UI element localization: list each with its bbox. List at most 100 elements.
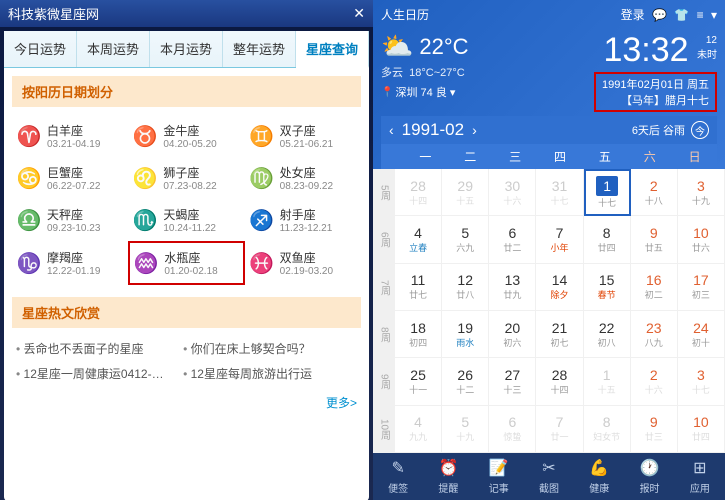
calendar-day[interactable]: 21初七 (536, 311, 583, 358)
menu-icon[interactable]: ≡ (697, 8, 704, 22)
panel-title: 科技紫微星座网 (8, 4, 99, 23)
calendar-day[interactable]: 8廿四 (584, 216, 631, 263)
calendar-day[interactable]: 3十七 (678, 358, 725, 405)
calendar-day[interactable]: 9廿五 (631, 216, 678, 263)
article-link[interactable]: 12星座一周健康运0412-… (16, 361, 183, 386)
zodiac-狮子座[interactable]: ♌狮子座07.23-08.22 (128, 157, 244, 199)
dow-label: 五 (582, 144, 627, 169)
temp-display: ⛅ 22°C (381, 31, 469, 62)
dow-label: 一 (403, 144, 448, 169)
calendar-day[interactable]: 8妇女节 (584, 406, 631, 453)
calendar-day[interactable]: 10廿六 (678, 216, 725, 263)
zodiac-天蝎座[interactable]: ♏天蝎座10.24-11.22 (128, 199, 244, 241)
location-row[interactable]: 深圳 74 良 ▾ (381, 80, 469, 104)
calendar-day[interactable]: 10廿四 (678, 406, 725, 453)
week-label: 9周 (373, 358, 395, 405)
calendar-day[interactable]: 31十七 (536, 169, 583, 216)
zodiac-射手座[interactable]: ♐射手座11.23-12.21 (245, 199, 361, 241)
calendar-day[interactable]: 11廿七 (395, 264, 442, 311)
zodiac-摩羯座[interactable]: ♑摩羯座12.22-01.19 (12, 241, 128, 285)
calendar-day[interactable]: 27十三 (489, 358, 536, 405)
calendar-day[interactable]: 1十七 (584, 169, 631, 216)
article-link[interactable]: 12星座每周旅游出行运 (183, 361, 350, 386)
month-nav-left: ‹ 1991-02 › (389, 120, 477, 140)
zodiac-双子座[interactable]: ♊双子座05.21-06.21 (245, 115, 361, 157)
chat-icon[interactable]: 💬 (652, 8, 667, 22)
article-link[interactable]: 丢命也不丢面子的星座 (16, 336, 183, 361)
tab-bar: 今日运势本周运势本月运势整年运势星座查询 (4, 31, 369, 68)
calendar-day[interactable]: 17初三 (678, 264, 725, 311)
month-title[interactable]: 1991-02 (402, 120, 464, 140)
zodiac-icon: ♐ (248, 206, 276, 234)
calendar-day[interactable]: 15春节 (584, 264, 631, 311)
week-label: 7周 (373, 264, 395, 311)
prev-month-icon[interactable]: ‹ (389, 122, 394, 138)
zodiac-天秤座[interactable]: ♎天秤座09.23-10.23 (12, 199, 128, 241)
tab-4[interactable]: 星座查询 (296, 31, 369, 68)
calendar-day[interactable]: 30十六 (489, 169, 536, 216)
calendar-day[interactable]: 26十二 (442, 358, 489, 405)
calendar-day[interactable]: 9廿三 (631, 406, 678, 453)
zodiac-处女座[interactable]: ♍处女座08.23-09.22 (245, 157, 361, 199)
toolbar-便签[interactable]: ✎便签 (373, 453, 423, 500)
calendar-day[interactable]: 24初十 (678, 311, 725, 358)
calendar-day[interactable]: 28十四 (395, 169, 442, 216)
toolbar-记事[interactable]: 📝记事 (474, 453, 524, 500)
calendar-day[interactable]: 29十五 (442, 169, 489, 216)
calendar-day[interactable]: 3十九 (678, 169, 725, 216)
zodiac-icon: ♉ (131, 122, 159, 150)
article-link[interactable]: 你们在床上够契合吗？ (183, 336, 350, 361)
calendar-day[interactable]: 6廿二 (489, 216, 536, 263)
weather-right: 13:32 12未时 1991年02月01日 周五 【马年】腊月十七 (594, 31, 717, 112)
calendar-day[interactable]: 1十五 (584, 358, 631, 405)
calendar-day[interactable]: 28十四 (536, 358, 583, 405)
zodiac-金牛座[interactable]: ♉金牛座04.20-05.20 (128, 115, 244, 157)
calendar-day[interactable]: 22初八 (584, 311, 631, 358)
tab-2[interactable]: 本月运势 (150, 31, 223, 67)
calendar-day[interactable]: 25十一 (395, 358, 442, 405)
toolbar-应用[interactable]: ⊞应用 (675, 453, 725, 500)
month-nav-right: 6天后 谷雨 今 (632, 121, 709, 139)
toolbar-报时[interactable]: 🕐报时 (624, 453, 674, 500)
calendar-day[interactable]: 5十九 (442, 406, 489, 453)
calendar-day[interactable]: 12廿八 (442, 264, 489, 311)
tab-0[interactable]: 今日运势 (4, 31, 77, 67)
calendar-day[interactable]: 4九九 (395, 406, 442, 453)
toolbar-icon: 🕐 (640, 458, 660, 478)
chevron-down-icon[interactable]: ▾ (711, 8, 717, 22)
calendar-day[interactable]: 19雨水 (442, 311, 489, 358)
topbar-icons: 登录 💬 👕 ≡ ▾ (617, 6, 717, 23)
calendar-panel: 人生日历 登录 💬 👕 ≡ ▾ ⛅ 22°C 多云 18°C~27°C (373, 0, 725, 500)
toolbar-截图[interactable]: ✂截图 (524, 453, 574, 500)
calendar-day[interactable]: 16初二 (631, 264, 678, 311)
calendar-day[interactable]: 13廿九 (489, 264, 536, 311)
shirt-icon[interactable]: 👕 (674, 8, 689, 22)
zodiac-双鱼座[interactable]: ♓双鱼座02.19-03.20 (245, 241, 361, 285)
toolbar-健康[interactable]: 💪健康 (574, 453, 624, 500)
toolbar-提醒[interactable]: ⏰提醒 (423, 453, 473, 500)
bottom-toolbar: ✎便签⏰提醒📝记事✂截图💪健康🕐报时⊞应用 (373, 453, 725, 500)
zodiac-巨蟹座[interactable]: ♋巨蟹座06.22-07.22 (12, 157, 128, 199)
login-link[interactable]: 登录 (621, 8, 645, 22)
calendar-day[interactable]: 4立春 (395, 216, 442, 263)
zodiac-白羊座[interactable]: ♈白羊座03.21-04.19 (12, 115, 128, 157)
calendar-day[interactable]: 18初四 (395, 311, 442, 358)
calendar-day[interactable]: 2十八 (631, 169, 678, 216)
today-button[interactable]: 今 (691, 121, 709, 139)
calendar-day[interactable]: 7小年 (536, 216, 583, 263)
calendar-day[interactable]: 6惊蛰 (489, 406, 536, 453)
next-month-icon[interactable]: › (472, 122, 477, 138)
tab-1[interactable]: 本周运势 (77, 31, 150, 67)
calendar-day[interactable]: 23八九 (631, 311, 678, 358)
calendar-day[interactable]: 2十六 (631, 358, 678, 405)
zodiac-水瓶座[interactable]: ♒水瓶座01.20-02.18 (128, 241, 244, 285)
weather-row: ⛅ 22°C 多云 18°C~27°C 深圳 74 良 ▾ 13:32 12未时… (381, 27, 717, 116)
close-icon[interactable]: ✕ (353, 5, 365, 22)
tab-3[interactable]: 整年运势 (223, 31, 296, 67)
calendar-day[interactable]: 20初六 (489, 311, 536, 358)
more-link[interactable]: 更多> (4, 390, 369, 415)
calendar-day[interactable]: 5六九 (442, 216, 489, 263)
week-label: 8周 (373, 311, 395, 358)
calendar-day[interactable]: 14除夕 (536, 264, 583, 311)
calendar-day[interactable]: 7廿一 (536, 406, 583, 453)
